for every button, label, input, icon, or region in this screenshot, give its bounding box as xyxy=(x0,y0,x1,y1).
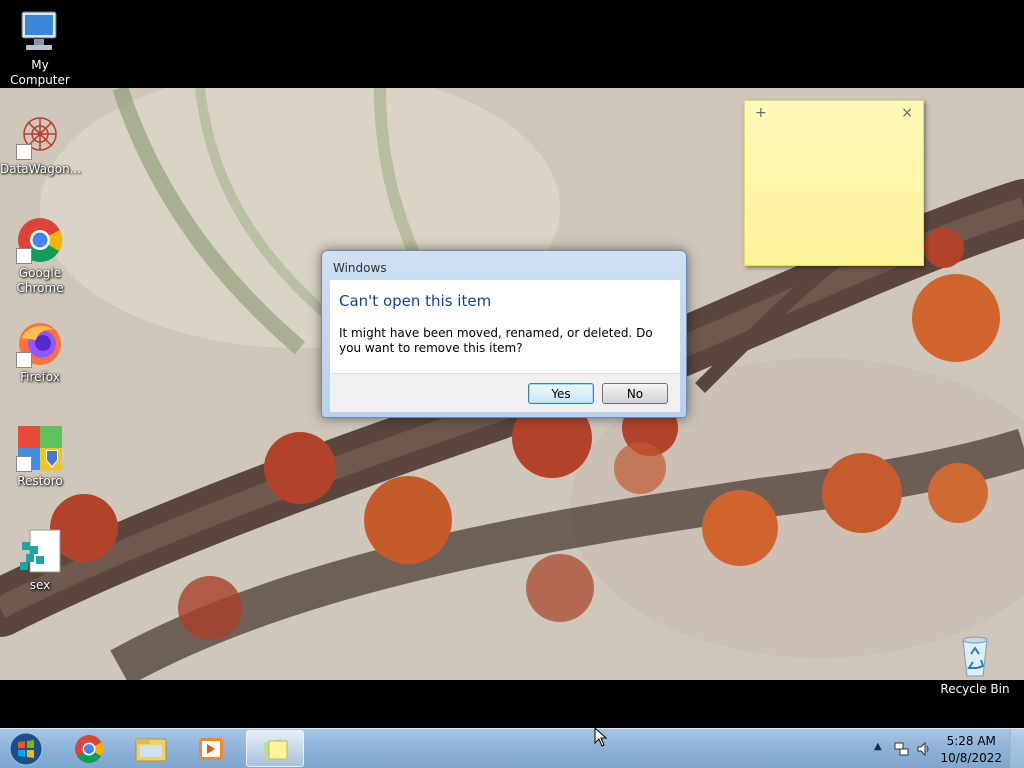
desktop-icon-sex[interactable]: sex xyxy=(0,528,80,593)
close-note-icon[interactable]: × xyxy=(901,105,913,121)
desktop-icon-recycle-bin[interactable]: Recycle Bin xyxy=(935,632,1015,697)
desktop-icon-restoro[interactable]: Restoro xyxy=(0,424,80,489)
desktop-icon-label: My Computer xyxy=(10,58,70,87)
firefox-icon xyxy=(16,320,64,368)
cant-open-dialog[interactable]: Windows Can't open this item It might ha… xyxy=(321,250,687,418)
chrome-icon xyxy=(16,216,64,264)
taskbar-chrome-button[interactable] xyxy=(60,730,118,767)
computer-icon xyxy=(16,8,64,56)
desktop-icon-label: Recycle Bin xyxy=(940,682,1010,696)
restoro-icon xyxy=(16,424,64,472)
dialog-footer: Yes No xyxy=(330,373,680,412)
dialog-title: Windows xyxy=(333,261,387,275)
desktop-icon-label: Google Chrome xyxy=(16,266,64,295)
desktop-icon-label: sex xyxy=(29,578,51,592)
dialog-heading: Can't open this item xyxy=(339,292,492,310)
taskbar-media-player-button[interactable] xyxy=(182,730,240,767)
no-button[interactable]: No xyxy=(602,383,668,404)
system-tray: ▲ 5:28 AM 10/8/2022 xyxy=(864,729,1024,768)
start-button[interactable] xyxy=(6,731,46,767)
desktop-icon-datawagon[interactable]: DataWagon... xyxy=(0,112,82,177)
desktop-icon-google-chrome[interactable]: Google Chrome xyxy=(0,216,80,296)
shortcut-arrow-icon xyxy=(16,456,32,472)
taskbar-explorer-button[interactable] xyxy=(122,730,180,767)
shortcut-arrow-icon xyxy=(16,144,32,160)
taskbar: ▲ 5:28 AM 10/8/2022 xyxy=(0,728,1024,768)
shortcut-arrow-icon xyxy=(16,352,32,368)
shortcut-arrow-icon xyxy=(16,248,32,264)
datawagon-icon xyxy=(16,112,64,160)
volume-icon[interactable] xyxy=(916,741,932,757)
desktop-icon-firefox[interactable]: Firefox xyxy=(0,320,80,385)
desktop-icon-my-computer[interactable]: My Computer xyxy=(0,8,80,88)
desktop-icon-label: Firefox xyxy=(20,370,60,384)
clock[interactable]: 5:28 AM 10/8/2022 xyxy=(940,733,1002,767)
taskbar-sticky-notes-button[interactable] xyxy=(246,730,304,767)
clock-time: 5:28 AM xyxy=(946,734,996,748)
sticky-note[interactable]: + × xyxy=(744,100,924,266)
dialog-body: Can't open this item It might have been … xyxy=(330,280,680,373)
show-hidden-icons-icon[interactable]: ▲ xyxy=(874,741,882,752)
network-icon[interactable] xyxy=(894,741,910,757)
desktop-icon-label: Restoro xyxy=(17,474,63,488)
desktop-icon-label: DataWagon... xyxy=(0,162,82,176)
registry-file-icon xyxy=(16,528,64,576)
mouse-cursor-icon xyxy=(594,727,608,747)
recycle-bin-icon xyxy=(951,632,999,680)
yes-button[interactable]: Yes xyxy=(528,383,594,404)
add-note-icon[interactable]: + xyxy=(755,105,767,121)
dialog-message: It might have been moved, renamed, or de… xyxy=(339,326,653,355)
clock-date: 10/8/2022 xyxy=(940,751,1002,765)
show-desktop-button[interactable] xyxy=(1010,729,1024,768)
